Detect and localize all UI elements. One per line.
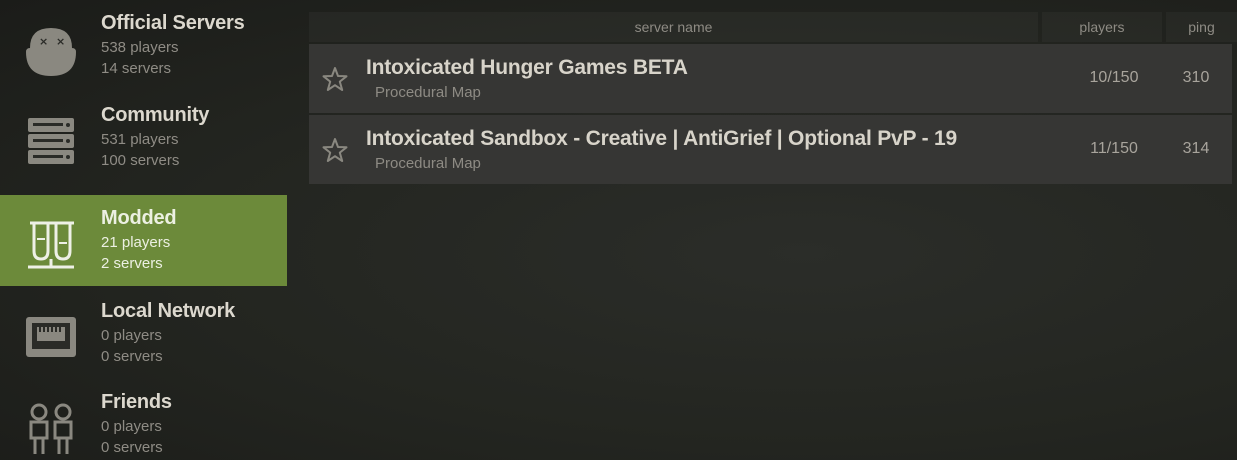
server-players: 10/150 [1089, 69, 1139, 86]
column-players[interactable]: players [1042, 12, 1162, 42]
server-ping: 310 [1182, 69, 1210, 86]
category-modded[interactable]: Modded 21 players 2 servers [0, 195, 287, 286]
server-rack-icon [20, 114, 82, 168]
category-friends[interactable]: Friends 0 players 0 servers [0, 379, 287, 460]
server-row[interactable]: Intoxicated Sandbox - Creative | AntiGri… [309, 115, 1232, 184]
server-list-header: server name players ping [309, 12, 1237, 42]
category-players: 21 players [101, 234, 171, 251]
category-community[interactable]: Community 531 players 100 servers [0, 92, 287, 183]
category-servers: 100 servers [101, 152, 180, 169]
star-icon[interactable] [322, 66, 348, 92]
friends-icon [20, 401, 82, 455]
category-servers: 14 servers [101, 60, 172, 77]
server-map: Procedural Map [375, 155, 481, 172]
test-tubes-icon [20, 217, 82, 271]
category-servers: 2 servers [101, 255, 163, 272]
category-title: Community [101, 104, 210, 126]
category-servers: 0 servers [101, 348, 163, 365]
category-servers: 0 servers [101, 439, 163, 456]
category-official-servers[interactable]: × × Official Servers 538 players 14 serv… [0, 0, 287, 91]
category-players: 0 players [101, 418, 162, 435]
svg-text:×: × [56, 35, 65, 48]
network-port-icon [20, 310, 82, 364]
category-players: 0 players [101, 327, 162, 344]
category-title: Friends [101, 391, 172, 413]
category-title: Local Network [101, 300, 236, 322]
category-players: 538 players [101, 39, 179, 56]
category-title: Modded [101, 207, 177, 229]
category-sidebar: × × Official Servers 538 players 14 serv… [0, 0, 288, 460]
server-list: server name players ping Intoxicated Hun… [309, 0, 1237, 460]
svg-text:×: × [39, 35, 48, 48]
server-players: 11/150 [1090, 140, 1138, 157]
server-map: Procedural Map [375, 84, 481, 101]
server-name: Intoxicated Sandbox - Creative | AntiGri… [366, 127, 957, 150]
star-icon[interactable] [322, 137, 348, 163]
category-players: 531 players [101, 131, 179, 148]
server-row[interactable]: Intoxicated Hunger Games BETA Procedural… [309, 44, 1232, 113]
server-name: Intoxicated Hunger Games BETA [366, 56, 688, 79]
category-local-network[interactable]: Local Network 0 players 0 servers [0, 288, 287, 379]
category-title: Official Servers [101, 12, 245, 34]
server-ping: 314 [1182, 140, 1210, 157]
column-server-name[interactable]: server name [309, 12, 1038, 42]
column-ping[interactable]: ping [1166, 12, 1237, 42]
server-browser: × × Official Servers 538 players 14 serv… [0, 0, 1237, 460]
official-servers-icon: × × [20, 22, 82, 76]
